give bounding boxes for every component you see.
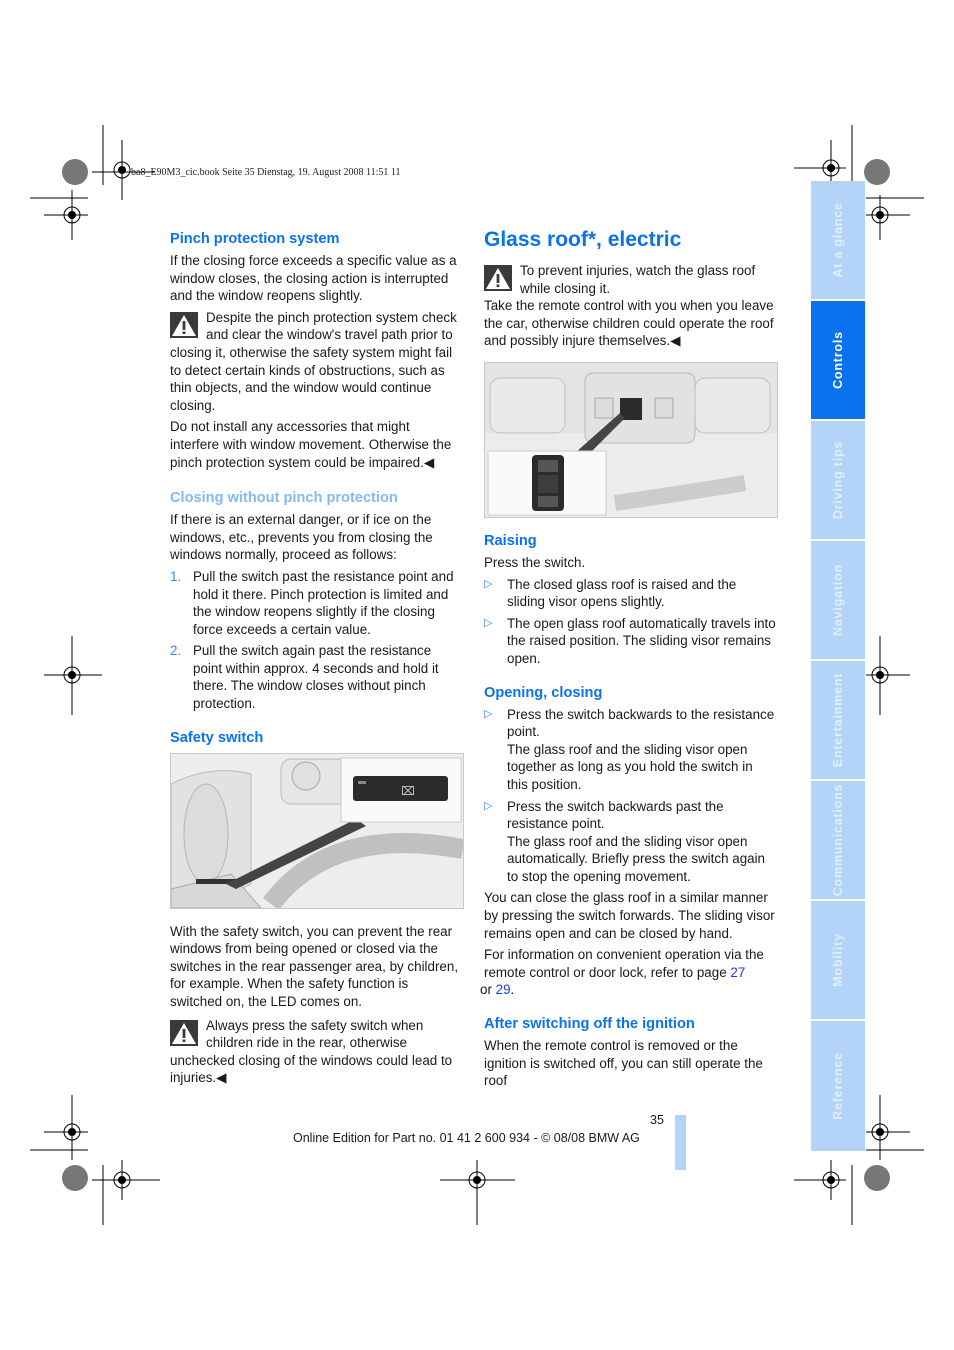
tab-communications[interactable]: Communications (811, 781, 865, 899)
triangle-bullet-icon: ▷ (484, 799, 493, 812)
heading-pinch-protection: Pinch protection system (170, 231, 340, 247)
heading-closing-without-pinch: Closing without pinch protection (170, 490, 398, 507)
after-ignition-body: When the remote control is removed or th… (484, 1038, 763, 1089)
safety-switch-illustration: ⌧ (170, 752, 464, 909)
warning-pinch: Despite the pinch protection system chec… (170, 309, 457, 413)
tab-controls[interactable]: Controls (811, 301, 865, 419)
list-item: 1. Pull the switch past the resistance p… (170, 568, 454, 637)
warning-glass-roof: To prevent injuries, watch the glass roo… (484, 262, 776, 297)
right-column: Glass roof*, electric To prevent injurie… (480, 228, 778, 1094)
heading-raising: Raising (484, 532, 537, 549)
end-mark-icon: ◀ (423, 454, 435, 470)
svg-text:⌧: ⌧ (401, 784, 415, 798)
end-mark-icon: ◀ (670, 333, 681, 349)
info-paragraph: For information on convenient operation … (480, 947, 764, 998)
list-item: ▷ The closed glass roof is raised and th… (484, 576, 737, 610)
raising-intro: Press the switch. (484, 554, 586, 570)
page-link-29[interactable]: 29 (496, 982, 511, 997)
footer-edition: Online Edition for Part no. 01 41 2 600 … (293, 1131, 640, 1145)
glass-roof-switch-illustration (484, 361, 778, 518)
warning-triangle-icon (170, 311, 198, 338)
list-item: ▷ The open glass roof automatically trav… (484, 615, 776, 666)
triangle-bullet-icon: ▷ (484, 616, 493, 629)
warning-safety-switch: Always press the safety switch when chil… (170, 1017, 453, 1086)
warning-triangle-icon (484, 265, 512, 291)
pinch-warning-2: Do not install any accessories that migh… (170, 419, 452, 470)
page-link-27[interactable]: 27 (730, 965, 745, 980)
heading-after-ignition: After switching off the ignition (484, 1016, 695, 1033)
page-indicator-bar (675, 1115, 686, 1170)
heading-safety-switch: Safety switch (170, 729, 264, 746)
left-column: Pinch protection system If the closing f… (170, 230, 464, 1091)
print-header: ba8_E90M3_cic.book Seite 35 Dienstag, 19… (131, 167, 401, 178)
triangle-bullet-icon: ▷ (484, 707, 493, 720)
warning-triangle-icon (170, 1019, 198, 1046)
steps-list: 1. Pull the switch past the resistance p… (170, 568, 462, 713)
closing-intro: If there is an external danger, or if ic… (170, 512, 433, 563)
heading-opening-closing: Opening, closing (484, 684, 603, 701)
list-item: ▷ Press the switch backwards past the re… (484, 798, 766, 884)
tab-reference[interactable]: Reference (811, 1021, 865, 1151)
end-mark-icon: ◀ (216, 1070, 227, 1086)
list-item: 2. Pull the switch again past the resist… (170, 643, 439, 712)
tab-driving-tips[interactable]: Driving tips (811, 421, 865, 539)
tab-navigation[interactable]: Navigation (811, 541, 865, 659)
tab-at-a-glance[interactable]: At a glance (811, 181, 865, 299)
tab-mobility[interactable]: Mobility (811, 901, 865, 1019)
tab-entertainment[interactable]: Entertainment (811, 661, 865, 779)
triangle-bullet-icon: ▷ (484, 577, 493, 590)
list-item: ▷ Press the switch backwards to the resi… (484, 706, 775, 792)
glass-roof-warning-2: Take the remote control with you when yo… (484, 298, 774, 349)
section-tabs: At a glance Controls Driving tips Naviga… (811, 181, 865, 1153)
safety-switch-body: With the safety switch, you can prevent … (170, 923, 459, 1010)
page-number: 35 (650, 1113, 664, 1127)
closing-note: You can close the glass roof in a simila… (484, 890, 775, 941)
page-title: Glass roof*, electric (484, 228, 682, 251)
pinch-intro: If the closing force exceeds a specific … (170, 253, 457, 304)
